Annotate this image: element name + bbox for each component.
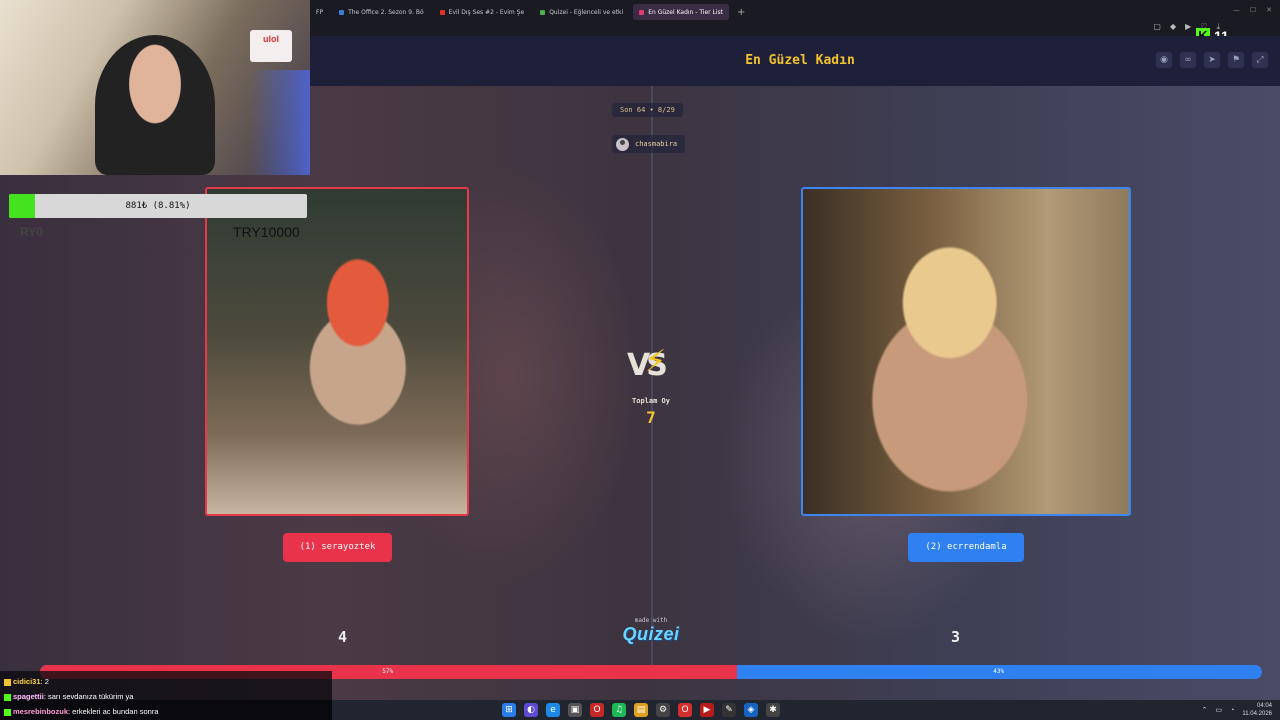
spotify-icon[interactable]: ♫ xyxy=(612,703,626,717)
chat-text: : sarı sevdanıza tükürim ya xyxy=(43,692,134,701)
new-tab-button[interactable]: + xyxy=(733,7,749,18)
donation-goal-text: TRY10000 xyxy=(233,224,300,240)
clock-date: 11.04.2026 xyxy=(1242,711,1272,717)
app-icon[interactable]: ✎ xyxy=(722,703,736,717)
window-controls: — ☐ ✕ xyxy=(1233,6,1272,14)
option-right-card[interactable] xyxy=(801,187,1131,516)
tab-fp[interactable]: FP xyxy=(310,4,329,20)
chat-user: cidici31 xyxy=(13,677,41,686)
chevron-up-icon[interactable]: ⌃ xyxy=(1202,706,1208,714)
tab-label: Quizei - Eğlenceli ve etki xyxy=(549,8,624,16)
clock[interactable]: 04:04 11.04.2026 xyxy=(1242,702,1272,718)
left-vote-count: 4 xyxy=(338,628,348,646)
quiz-stage: Son 64 • 8/29 chasmabira (1) serayoztek … xyxy=(0,86,1280,700)
system-tray: ⌃ ▭ ◔ 04:04 11.04.2026 xyxy=(1202,702,1272,718)
header-actions: ◉ ∞ ➤ ⚑ ⤢ xyxy=(1156,52,1268,68)
network-icon[interactable]: ▭ xyxy=(1216,706,1223,714)
taskbar-apps: ⊞ ◐ e ▣ O ♫ ▤ ⚙ O ▶ ✎ ◈ ✱ xyxy=(502,703,780,717)
creator-name: chasmabira xyxy=(635,140,678,148)
store-icon[interactable]: ▣ xyxy=(568,703,582,717)
tab-label: FP xyxy=(316,8,324,16)
shield-icon[interactable]: ◆ xyxy=(1170,22,1176,32)
total-votes-value: 7 xyxy=(646,408,656,427)
youtube-icon xyxy=(439,9,445,15)
settings-icon[interactable]: ⚙ xyxy=(656,703,670,717)
close-icon[interactable]: ✕ xyxy=(1266,6,1272,14)
chat-message: spagettii: sarı sevdanıza tükürim ya xyxy=(4,689,328,704)
option-right-button[interactable]: (2) ecrrendamla xyxy=(908,533,1024,562)
eye-icon[interactable]: ◉ xyxy=(1156,52,1172,68)
tab-label: En Güzel Kadın - Tier List xyxy=(648,8,724,16)
chat-user: mesrebinbozuk xyxy=(13,707,69,716)
vs-icon: VS ⚡ xyxy=(627,344,668,383)
made-with-label: made with xyxy=(634,617,668,624)
folder-icon[interactable]: ▤ xyxy=(634,703,648,717)
badge-icon xyxy=(4,678,11,686)
chat-user: spagettii xyxy=(13,692,44,701)
option-right-photo xyxy=(803,189,1129,514)
clock-time: 04:04 xyxy=(1256,703,1272,709)
lightning-icon: ⚡ xyxy=(645,344,667,379)
round-indicator: Son 64 • 8/29 xyxy=(612,103,683,117)
page-title: En Güzel Kadın xyxy=(745,53,855,68)
wallet-icon[interactable]: ▢ xyxy=(1153,22,1161,32)
quiz-header: En Güzel Kadın ◉ ∞ ➤ ⚑ ⤢ xyxy=(310,36,1280,86)
tab-favicon xyxy=(339,9,345,15)
chat-text: : erkekleri ac bundan sonra xyxy=(68,707,159,716)
quizei-favicon xyxy=(639,9,645,15)
donation-goal-bar: 881₺ (8.81%) xyxy=(9,194,307,218)
maximize-icon[interactable]: ☐ xyxy=(1250,6,1256,14)
share-icon[interactable]: ➤ xyxy=(1204,52,1220,68)
quizei-favicon xyxy=(540,9,546,15)
donation-text: 881₺ (8.81%) xyxy=(125,201,191,211)
play-icon[interactable]: ▶ xyxy=(1185,22,1191,32)
minimize-icon[interactable]: — xyxy=(1233,6,1240,14)
volume-icon[interactable]: ◔ xyxy=(1230,707,1234,714)
steam-icon[interactable]: ◈ xyxy=(744,703,758,717)
tab-en-guzel-kadin[interactable]: En Güzel Kadın - Tier List xyxy=(633,4,730,20)
ambient-light xyxy=(250,70,310,175)
avatar xyxy=(616,137,629,151)
opera-gx-icon[interactable]: O xyxy=(678,703,692,717)
sign-logo: ulol xyxy=(250,30,292,62)
opera-icon[interactable]: O xyxy=(590,703,604,717)
chat-overlay: cidici31: 2 spagettii: sarı sevdanıza tü… xyxy=(0,671,332,720)
badge-icon xyxy=(4,708,11,716)
app-icon[interactable]: ▶ xyxy=(700,703,714,717)
left-percent: 57% xyxy=(382,668,394,675)
chat-message: cidici31: 2 xyxy=(4,674,328,689)
chat-text: : 2 xyxy=(40,677,49,686)
tab-label: The Office 2. Sezon 9. Bö xyxy=(348,8,424,16)
tab-evil-dis-ses[interactable]: Evil Dış Ses #2 - Evim Şe xyxy=(434,4,531,20)
edge-icon[interactable]: e xyxy=(546,703,560,717)
link-icon[interactable]: ∞ xyxy=(1180,52,1196,68)
webcam-overlay: ulol xyxy=(0,0,310,175)
total-votes-label: Toplam Oy xyxy=(632,397,670,405)
windows-start-icon[interactable]: ⊞ xyxy=(502,703,516,717)
gear-icon[interactable]: ✱ xyxy=(766,703,780,717)
option-left-button[interactable]: (1) serayoztek xyxy=(283,533,392,562)
fullscreen-icon[interactable]: ⤢ xyxy=(1252,52,1268,68)
chat-message: mesrebinbozuk: erkekleri ac bundan sonra xyxy=(4,704,328,719)
taskbar: ⊞ ◐ e ▣ O ♫ ▤ ⚙ O ▶ ✎ ◈ ✱ ⌃ ▭ ◔ 04:04 11… xyxy=(332,700,1280,720)
tab-label: Evil Dış Ses #2 - Evim Şe xyxy=(448,8,525,16)
badge-icon xyxy=(4,693,11,701)
tab-the-office[interactable]: The Office 2. Sezon 9. Bö xyxy=(333,4,430,20)
copilot-icon[interactable]: ◐ xyxy=(524,703,538,717)
tab-strip: FP The Office 2. Sezon 9. Bö Evil Dış Se… xyxy=(310,4,749,20)
right-vote-count: 3 xyxy=(951,628,961,646)
creator-chip[interactable]: chasmabira xyxy=(612,135,686,153)
overlay-fragment: RY0 xyxy=(20,225,43,239)
tab-quizei[interactable]: Quizei - Eğlenceli ve etki xyxy=(534,4,629,20)
streamer xyxy=(95,35,215,175)
right-percent: 43% xyxy=(993,668,1005,675)
quizei-logo[interactable]: Quizei xyxy=(600,624,702,645)
flag-icon[interactable]: ⚑ xyxy=(1228,52,1244,68)
